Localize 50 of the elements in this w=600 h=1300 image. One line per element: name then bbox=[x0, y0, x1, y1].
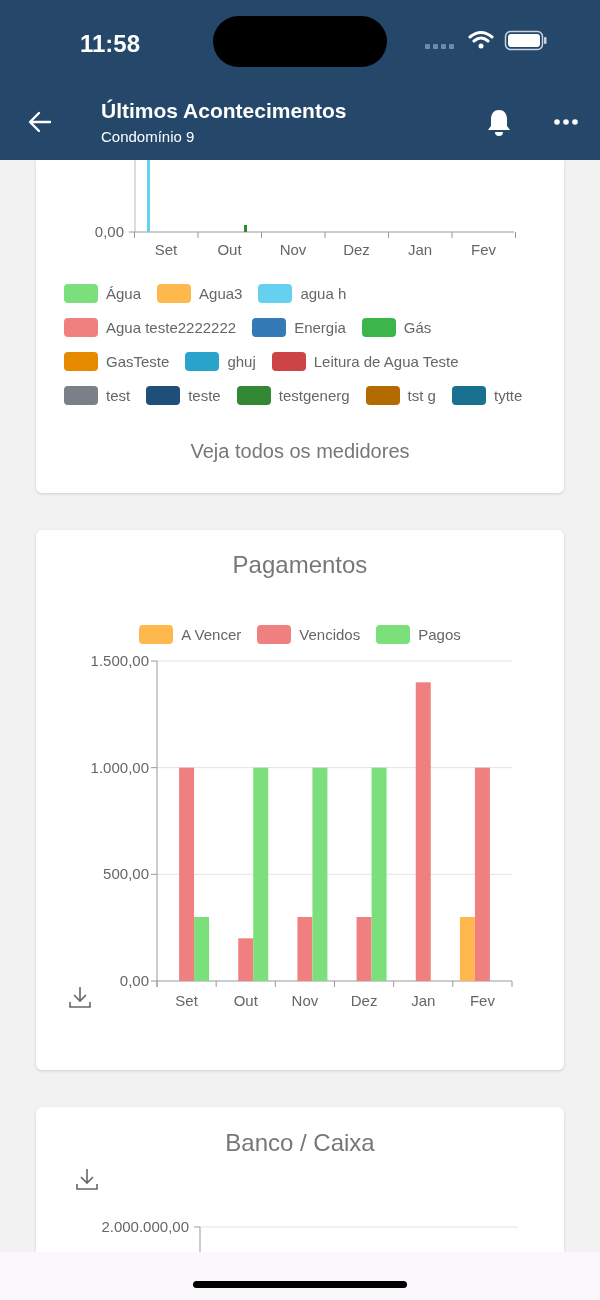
wifi-icon bbox=[468, 31, 494, 49]
axis-label: Dez bbox=[343, 241, 370, 258]
axis-tick-label: 1.500,00 bbox=[90, 652, 149, 669]
axis-label: Out bbox=[233, 992, 258, 1009]
axis-label: Nov bbox=[291, 992, 319, 1009]
legend-label: Energia bbox=[294, 318, 346, 337]
axis-tick-label: 2.000.000,00 bbox=[101, 1218, 189, 1235]
axis-label: Set bbox=[175, 992, 198, 1009]
signal-icon bbox=[425, 44, 454, 49]
legend-label: tytte bbox=[493, 386, 523, 405]
axis-tick-label: 500,00 bbox=[103, 865, 149, 883]
axis-label: Jan bbox=[407, 241, 433, 258]
y-axis bbox=[193, 1226, 201, 1253]
legend-label: Gás bbox=[403, 318, 432, 337]
legend-label: testgenerg bbox=[278, 386, 350, 405]
legend-label: test bbox=[106, 386, 131, 405]
legend-label: ghuj bbox=[227, 352, 256, 371]
axis-label: Jan bbox=[411, 992, 436, 1009]
axis-label: Fev bbox=[471, 241, 496, 258]
notifications-icon[interactable] bbox=[486, 108, 512, 136]
legend-label: Agua teste2222222 bbox=[106, 318, 237, 337]
legend-label: GasTeste bbox=[106, 352, 170, 371]
legend-label: Agua3 bbox=[199, 284, 243, 303]
axis-tick-label: 1.000,00 bbox=[90, 758, 149, 776]
legend-label: Pagos bbox=[418, 625, 461, 644]
axis-tick-label: 0,00 bbox=[119, 972, 149, 989]
legend-label: A Vencer bbox=[181, 625, 242, 644]
axis-tick-label: 0,00 bbox=[94, 223, 124, 240]
legend-label: Leitura de Agua Teste bbox=[313, 352, 459, 371]
meter-bar bbox=[244, 225, 247, 232]
legend-label: teste bbox=[188, 386, 221, 405]
axis-label: Out bbox=[217, 241, 242, 258]
legend-label: agua h bbox=[300, 284, 347, 303]
axis-label: Set bbox=[154, 241, 178, 258]
page-title: Últimos Acontecimentos bbox=[101, 98, 347, 124]
card-title: Banco / Caixa bbox=[225, 1128, 375, 1158]
card-title: Pagamentos bbox=[232, 550, 368, 580]
page-subtitle: Condomínio 9 bbox=[101, 127, 195, 147]
battery-icon bbox=[504, 30, 547, 51]
axis-label: Dez bbox=[350, 992, 378, 1009]
status-time: 11:58 bbox=[80, 29, 141, 59]
legend-label: Água bbox=[106, 284, 142, 303]
download-icon[interactable] bbox=[76, 1168, 98, 1190]
view-all-meters-link[interactable]: Veja todos os medidores bbox=[190, 436, 410, 466]
meter-bar bbox=[147, 160, 150, 232]
legend-label: Vencidos bbox=[299, 625, 361, 644]
axis-label: Fev bbox=[469, 992, 495, 1009]
download-icon[interactable] bbox=[69, 986, 91, 1008]
legend-label: tst g bbox=[407, 386, 436, 405]
axis-label: Nov bbox=[279, 241, 307, 258]
